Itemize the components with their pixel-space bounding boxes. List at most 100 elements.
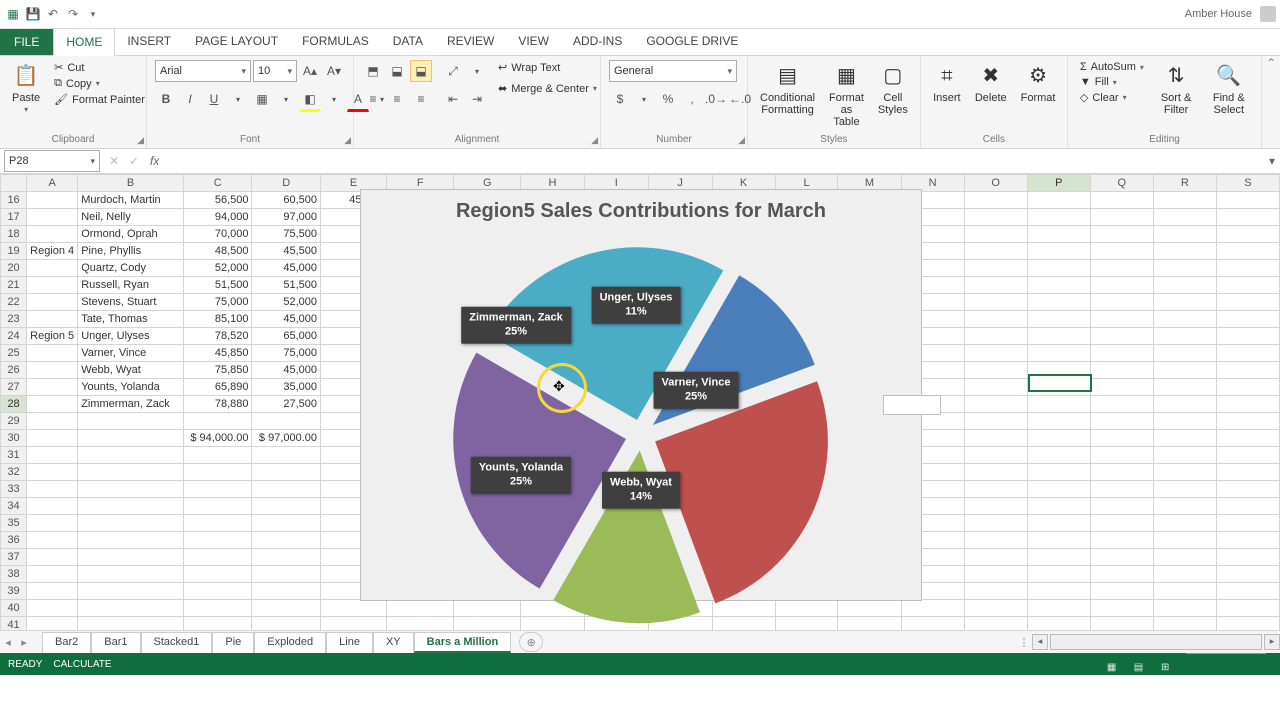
number-format-combo[interactable]: General▾ bbox=[609, 60, 737, 82]
paste-button[interactable]: 📋 Paste ▾ bbox=[8, 60, 44, 117]
cell-C16[interactable]: 56,500 bbox=[183, 192, 252, 209]
cell-A22[interactable] bbox=[27, 294, 78, 311]
sheet-tab-stacked1[interactable]: Stacked1 bbox=[141, 632, 213, 653]
row-header-33[interactable]: 33 bbox=[1, 481, 27, 498]
cell-A31[interactable] bbox=[27, 447, 78, 464]
cell-O35[interactable] bbox=[964, 515, 1027, 532]
scroll-right-icon[interactable]: ▸ bbox=[1264, 634, 1280, 650]
cell-A18[interactable] bbox=[27, 226, 78, 243]
cell-A32[interactable] bbox=[27, 464, 78, 481]
sheet-tab-bars-a-million[interactable]: Bars a Million bbox=[414, 632, 512, 653]
cell-Q32[interactable] bbox=[1090, 464, 1153, 481]
cell-R26[interactable] bbox=[1153, 362, 1216, 379]
row-header-24[interactable]: 24 bbox=[1, 328, 27, 345]
cell-C24[interactable]: 78,520 bbox=[183, 328, 252, 345]
cell-P33[interactable] bbox=[1027, 481, 1090, 498]
cell-B17[interactable]: Neil, Nelly bbox=[78, 209, 184, 226]
cell-D39[interactable] bbox=[252, 583, 321, 600]
col-header-S[interactable]: S bbox=[1216, 175, 1279, 192]
cell-B35[interactable] bbox=[78, 515, 184, 532]
cell-B41[interactable] bbox=[78, 617, 184, 631]
cell-A37[interactable] bbox=[27, 549, 78, 566]
cell-C29[interactable] bbox=[183, 413, 252, 430]
alignment-launcher-icon[interactable]: ◢ bbox=[591, 135, 598, 146]
cell-O41[interactable] bbox=[964, 617, 1027, 631]
cell-S29[interactable] bbox=[1216, 413, 1279, 430]
add-sheet-button[interactable]: ⊕ bbox=[519, 632, 543, 652]
cell-C28[interactable]: 78,880 bbox=[183, 396, 252, 413]
cell-S36[interactable] bbox=[1216, 532, 1279, 549]
cell-A29[interactable] bbox=[27, 413, 78, 430]
cell-Q25[interactable] bbox=[1090, 345, 1153, 362]
cell-O22[interactable] bbox=[964, 294, 1027, 311]
cell-D40[interactable] bbox=[252, 600, 321, 617]
file-tab[interactable]: FILE bbox=[0, 29, 53, 55]
cell-C40[interactable] bbox=[183, 600, 252, 617]
cell-R31[interactable] bbox=[1153, 447, 1216, 464]
cell-S20[interactable] bbox=[1216, 260, 1279, 277]
cell-S38[interactable] bbox=[1216, 566, 1279, 583]
cell-D16[interactable]: 60,500 bbox=[252, 192, 321, 209]
cell-C25[interactable]: 45,850 bbox=[183, 345, 252, 362]
cell-C21[interactable]: 51,500 bbox=[183, 277, 252, 294]
cell-S32[interactable] bbox=[1216, 464, 1279, 481]
ribbon-tab-page-layout[interactable]: PAGE LAYOUT bbox=[183, 28, 290, 55]
row-header-16[interactable]: 16 bbox=[1, 192, 27, 209]
cell-A40[interactable] bbox=[27, 600, 78, 617]
bold-icon[interactable]: B bbox=[155, 88, 177, 110]
cell-P21[interactable] bbox=[1027, 277, 1090, 294]
cell-P24[interactable] bbox=[1027, 328, 1090, 345]
cell-D20[interactable]: 45,000 bbox=[252, 260, 321, 277]
cell-D22[interactable]: 52,000 bbox=[252, 294, 321, 311]
row-header-25[interactable]: 25 bbox=[1, 345, 27, 362]
cell-R22[interactable] bbox=[1153, 294, 1216, 311]
cell-D23[interactable]: 45,000 bbox=[252, 311, 321, 328]
fill-button[interactable]: ▼Fill▾ bbox=[1076, 75, 1148, 89]
cell-O24[interactable] bbox=[964, 328, 1027, 345]
cell-O29[interactable] bbox=[964, 413, 1027, 430]
cell-S17[interactable] bbox=[1216, 209, 1279, 226]
autosum-button[interactable]: ΣAutoSum▾ bbox=[1076, 60, 1148, 74]
cell-P34[interactable] bbox=[1027, 498, 1090, 515]
cell-A16[interactable] bbox=[27, 192, 78, 209]
format-as-table-button[interactable]: ▦Format as Table bbox=[825, 60, 868, 130]
row-header-31[interactable]: 31 bbox=[1, 447, 27, 464]
cell-A35[interactable] bbox=[27, 515, 78, 532]
cell-D41[interactable] bbox=[252, 617, 321, 631]
cell-A20[interactable] bbox=[27, 260, 78, 277]
cell-M40[interactable] bbox=[838, 600, 901, 617]
cell-P38[interactable] bbox=[1027, 566, 1090, 583]
cell-P31[interactable] bbox=[1027, 447, 1090, 464]
cell-Q31[interactable] bbox=[1090, 447, 1153, 464]
cell-P30[interactable] bbox=[1027, 430, 1090, 447]
cell-P28[interactable] bbox=[1027, 396, 1090, 413]
cell-C19[interactable]: 48,500 bbox=[183, 243, 252, 260]
cell-Q29[interactable] bbox=[1090, 413, 1153, 430]
cell-R30[interactable] bbox=[1153, 430, 1216, 447]
sort-filter-button[interactable]: ⇅Sort & Filter bbox=[1154, 60, 1198, 118]
cell-R29[interactable] bbox=[1153, 413, 1216, 430]
ribbon-tab-review[interactable]: REVIEW bbox=[435, 28, 506, 55]
row-header-40[interactable]: 40 bbox=[1, 600, 27, 617]
wrap-text-button[interactable]: ↩Wrap Text bbox=[494, 60, 601, 75]
row-header-34[interactable]: 34 bbox=[1, 498, 27, 515]
row-header-35[interactable]: 35 bbox=[1, 515, 27, 532]
cell-B22[interactable]: Stevens, Stuart bbox=[78, 294, 184, 311]
copy-button[interactable]: ⧉Copy▾ bbox=[50, 76, 149, 91]
cell-Q35[interactable] bbox=[1090, 515, 1153, 532]
cell-P41[interactable] bbox=[1027, 617, 1090, 631]
font-launcher-icon[interactable]: ◢ bbox=[344, 135, 351, 146]
cell-C35[interactable] bbox=[183, 515, 252, 532]
row-header-29[interactable]: 29 bbox=[1, 413, 27, 430]
cell-Q26[interactable] bbox=[1090, 362, 1153, 379]
cell-P19[interactable] bbox=[1027, 243, 1090, 260]
cell-C39[interactable] bbox=[183, 583, 252, 600]
cell-Q21[interactable] bbox=[1090, 277, 1153, 294]
cell-R25[interactable] bbox=[1153, 345, 1216, 362]
redo-icon[interactable]: ↷ bbox=[64, 5, 82, 23]
expand-formula-icon[interactable]: ▾ bbox=[1264, 154, 1280, 168]
conditional-formatting-button[interactable]: ▤Conditional Formatting bbox=[756, 60, 819, 118]
cell-B24[interactable]: Unger, Ulyses bbox=[78, 328, 184, 345]
cell-D33[interactable] bbox=[252, 481, 321, 498]
cell-O31[interactable] bbox=[964, 447, 1027, 464]
